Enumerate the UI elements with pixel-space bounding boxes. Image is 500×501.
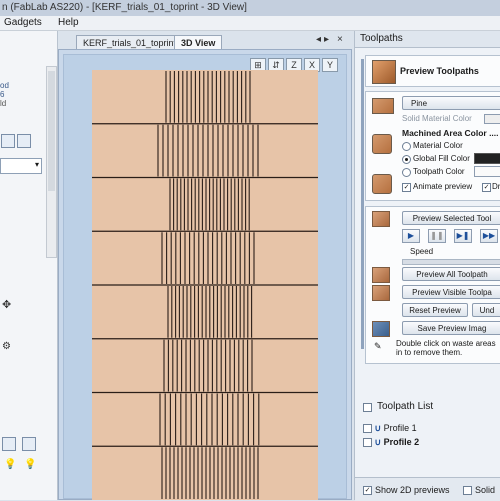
- preview-actions-card: Preview Selected Tool ▶ ❚❚ ▶❚ ▶▶ Speed P…: [365, 206, 500, 364]
- radio-toolpath-color[interactable]: [402, 168, 411, 177]
- left-scroll-thumb[interactable]: [48, 71, 55, 191]
- list-icon[interactable]: [1, 134, 15, 148]
- material-pine-button[interactable]: Pine: [402, 96, 500, 110]
- pause-icon[interactable]: ❚❚: [428, 229, 446, 243]
- radio-global-fill-color[interactable]: [402, 155, 411, 164]
- reset-preview-button[interactable]: Reset Preview: [402, 303, 468, 317]
- document-tabs: KERF_trials_01_toprint 3D View ◂ ▸ ×: [58, 31, 352, 51]
- close-icon[interactable]: ×: [337, 34, 343, 45]
- global-fill-color-picker[interactable]: [474, 153, 500, 164]
- profile-2-checkbox[interactable]: [363, 438, 372, 448]
- tab-prev-icon[interactable]: ◂: [316, 34, 321, 45]
- machined-area-icon: [372, 134, 392, 154]
- material-board[interactable]: [92, 70, 318, 500]
- profile-1-label: Profile 1: [383, 423, 417, 433]
- solid-material-color-label: Solid Material Color: [402, 114, 472, 123]
- list-item[interactable]: ∪ Profile 1: [363, 423, 417, 434]
- toolpath-color-label: Toolpath Color: [413, 167, 465, 176]
- material-swatch[interactable]: [372, 98, 394, 114]
- left-scrollbar[interactable]: [46, 66, 57, 258]
- hint-icon: ✎: [374, 341, 382, 351]
- draw-label: Dr: [492, 182, 500, 191]
- toolpath-list-checkbox[interactable]: [363, 403, 372, 412]
- kerf-row: [157, 124, 259, 177]
- preview-selected-icon: [372, 211, 390, 227]
- solid-label: Solid: [475, 485, 496, 495]
- global-fill-color-label: Global Fill Color: [413, 154, 470, 163]
- toolpath-list: Toolpath List ∪ Profile 1 ∪ Profile 2: [355, 393, 500, 473]
- move-icon[interactable]: ✥: [2, 300, 12, 311]
- preview-toolpaths-title: Preview Toolpaths: [400, 66, 479, 76]
- preview-selected-button[interactable]: Preview Selected Tool: [402, 211, 500, 225]
- kerf-row: [165, 71, 251, 123]
- preview-all-icon: [372, 267, 390, 283]
- tab-kerf-trials[interactable]: KERF_trials_01_toprint: [76, 35, 184, 50]
- chevron-down-icon: ▾: [34, 160, 39, 169]
- menu-bar: Gadgets Help: [0, 16, 500, 31]
- tab-next-icon[interactable]: ▸: [324, 34, 329, 45]
- window-title: n (FabLab AS220) - [KERF_trials_01_topri…: [0, 0, 500, 16]
- step-icon[interactable]: ▶❚: [454, 229, 472, 243]
- profile-1-checkbox[interactable]: [363, 424, 372, 434]
- left-fragment-3: ld: [0, 99, 7, 108]
- menu-help[interactable]: Help: [58, 16, 79, 30]
- left-fragment-2: 6: [0, 90, 5, 99]
- preview-visible-button[interactable]: Preview Visible Toolpa: [402, 285, 500, 299]
- solid-material-color-picker[interactable]: [484, 114, 500, 124]
- kerf-row: [163, 339, 253, 392]
- material-color-label: Material Color: [413, 141, 463, 150]
- undo-button[interactable]: Und: [472, 303, 500, 317]
- play-icon[interactable]: ▶: [402, 229, 420, 243]
- y-view-icon[interactable]: Y: [322, 58, 338, 72]
- animate-icon: [372, 174, 392, 194]
- save-icon: [372, 321, 390, 337]
- hint-text: Double click on waste areas in to remove…: [396, 339, 496, 357]
- left-dropdown[interactable]: ▾: [0, 158, 42, 174]
- layer-icon-1[interactable]: [2, 437, 16, 451]
- tool-icon[interactable]: ⚙: [2, 341, 14, 353]
- machined-area-color-label: Machined Area Color ....: [402, 128, 499, 138]
- animate-preview-checkbox[interactable]: ✓: [402, 183, 411, 192]
- speed-label: Speed: [410, 247, 434, 256]
- save-preview-button[interactable]: Save Preview Imag: [402, 321, 500, 335]
- bottom-bar: ✓ Show 2D previews Solid: [355, 477, 500, 501]
- grid-icon[interactable]: [17, 134, 31, 148]
- fast-forward-icon[interactable]: ▶▶: [480, 229, 498, 243]
- preview-toolpaths-icon: [372, 60, 396, 84]
- radio-material-color[interactable]: [402, 142, 411, 151]
- panel-edge: [361, 59, 364, 349]
- playback-controls: ▶ ❚❚ ▶❚ ▶▶: [402, 229, 500, 243]
- material-card: Pine Solid Material Color Machined Area …: [365, 91, 500, 201]
- preview-title-card: Preview Toolpaths: [365, 55, 500, 87]
- solid-checkbox[interactable]: [463, 486, 472, 495]
- toolpaths-header: Toolpaths: [355, 31, 500, 48]
- bulb-icon-1[interactable]: 💡: [4, 459, 16, 470]
- toolpath-list-title: Toolpath List: [377, 401, 434, 412]
- draw-checkbox[interactable]: ✓: [482, 183, 491, 192]
- profile-icon: ∪: [374, 437, 382, 447]
- speed-slider[interactable]: [402, 259, 500, 265]
- preview-all-button[interactable]: Preview All Toolpath: [402, 267, 500, 281]
- toolpaths-panel: Toolpaths Preview Toolpaths Pine Solid M…: [354, 31, 500, 501]
- list-item[interactable]: ∪ Profile 2: [363, 437, 419, 448]
- toolpath-color-picker[interactable]: [474, 166, 500, 177]
- profile-icon: ∪: [374, 423, 382, 433]
- left-fragment-1: od: [0, 81, 9, 90]
- menu-gadgets[interactable]: Gadgets: [4, 16, 42, 30]
- show-2d-checkbox[interactable]: ✓: [363, 486, 372, 495]
- animate-preview-label: Animate preview: [413, 182, 473, 191]
- bulb-icon-2[interactable]: 💡: [24, 459, 36, 470]
- show-2d-label: Show 2D previews: [375, 485, 450, 495]
- profile-2-label: Profile 2: [383, 437, 420, 447]
- layer-icon-2[interactable]: [22, 437, 36, 451]
- preview-visible-icon: [372, 285, 390, 301]
- kerf-row: [161, 232, 255, 284]
